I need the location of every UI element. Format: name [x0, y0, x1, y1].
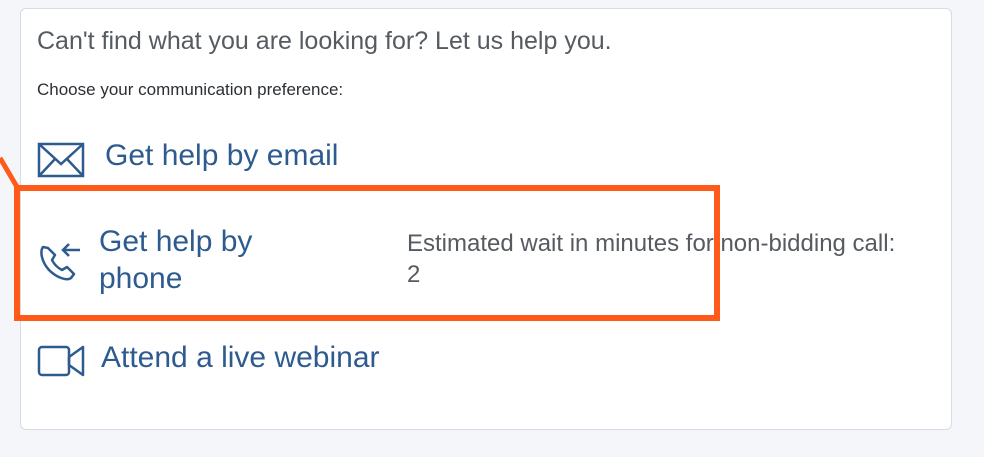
communication-preference-prompt: Choose your communication preference:: [37, 80, 344, 99]
email-help-label: Get help by email: [105, 139, 339, 172]
envelope-icon: [37, 142, 85, 183]
help-card: Can't find what you are looking for? Let…: [20, 8, 952, 430]
video-camera-icon: [37, 344, 85, 383]
help-headline: Can't find what you are looking for? Let…: [37, 27, 612, 55]
stage: Can't find what you are looking for? Let…: [0, 0, 984, 457]
phone-help-link[interactable]: Get help by phone: [37, 223, 329, 297]
phone-wait-estimate: Estimated wait in minutes for non-biddin…: [407, 230, 896, 288]
webinar-link[interactable]: Attend a live webinar: [37, 339, 380, 383]
webinar-label: Attend a live webinar: [101, 341, 380, 374]
email-help-link[interactable]: Get help by email: [37, 137, 338, 183]
phone-help-label: Get help by phone: [99, 225, 253, 295]
phone-icon: [37, 239, 83, 290]
